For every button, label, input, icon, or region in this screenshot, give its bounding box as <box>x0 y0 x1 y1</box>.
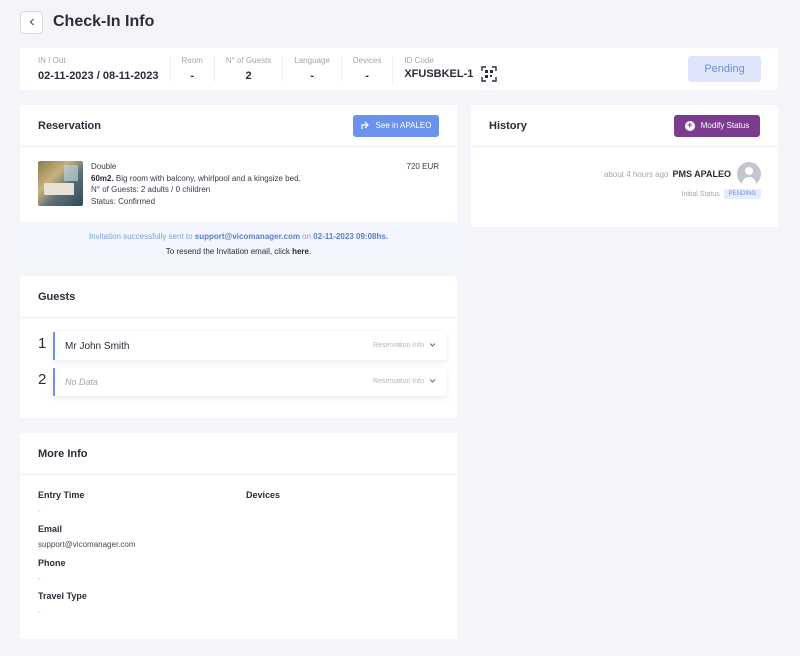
in-out-label: IN / Out <box>38 56 66 65</box>
resend-line: To resend the Invitation email, click he… <box>165 247 312 256</box>
language-field: Language - <box>282 56 341 82</box>
email-label: Email <box>38 524 63 534</box>
more-info-header: More Info <box>20 433 457 475</box>
reservation-info-link[interactable]: Reservation Info <box>373 342 424 349</box>
guest-number: 2 <box>38 371 47 388</box>
history-source: PMS APALEO <box>672 169 731 179</box>
guest-number: 1 <box>38 335 47 352</box>
reservation-card: Reservation See in APALEO Double 60m2. B… <box>20 105 457 261</box>
invitation-sent-line: Invitation successfully sent to support@… <box>88 232 389 241</box>
page-title: Check-In Info <box>53 13 155 30</box>
devices-label: Devices <box>352 56 382 65</box>
language-value: - <box>310 70 314 82</box>
invite-date: 02-11-2023 09:08hs. <box>313 232 389 241</box>
id-code-field: ID Code XFUSBKEL-1 <box>392 56 508 82</box>
reservation-header: Reservation See in APALEO <box>20 105 457 147</box>
reservation-guests: N° of Guests: 2 adults / 0 children <box>91 185 211 194</box>
email-value: support@vicomanager.com <box>38 540 136 549</box>
chevron-down-icon[interactable] <box>429 341 436 348</box>
id-code-value: XFUSBKEL-1 <box>404 68 474 80</box>
status-badge: PENDING <box>723 189 761 199</box>
room-thumbnail <box>38 161 83 206</box>
phone-field: Phone - <box>38 558 66 583</box>
guests-header: Guests <box>20 276 457 318</box>
modify-status-button[interactable]: + Modify Status <box>674 114 760 137</box>
id-code-label: ID Code <box>404 56 434 65</box>
guest-name: No Data <box>65 377 99 387</box>
room-field: Room - <box>169 56 214 82</box>
room-description: 60m2. Big room with balcony, whirlpool a… <box>91 173 301 185</box>
guest-row: 1 Mr John Smith Reservation Info <box>38 332 446 360</box>
language-label: Language <box>294 56 330 65</box>
reservation-details: Double 60m2. Big room with balcony, whir… <box>20 147 457 223</box>
see-in-apaleo-label: See in APALEO <box>375 121 432 130</box>
room-size: 60m2. <box>91 173 114 183</box>
resend-link[interactable]: here <box>292 247 309 256</box>
guest-row: 2 No Data Reservation Info <box>38 368 446 396</box>
history-header: History + Modify Status <box>471 105 778 147</box>
see-in-apaleo-button[interactable]: See in APALEO <box>353 114 439 137</box>
more-info-title: More Info <box>38 447 88 460</box>
guests-count-value: 2 <box>245 70 252 82</box>
more-info-card: More Info Entry Time - Devices Email sup… <box>20 433 457 639</box>
entry-time-field: Entry Time - <box>38 490 84 515</box>
phone-value: - <box>38 574 41 583</box>
guest-item[interactable]: Mr John Smith Reservation Info <box>53 332 446 360</box>
guest-name: Mr John Smith <box>65 340 130 352</box>
chevron-left-icon <box>29 18 34 26</box>
devices-info-label: Devices <box>246 490 281 500</box>
chevron-down-icon[interactable] <box>429 377 436 384</box>
entry-time-value: - <box>38 506 41 515</box>
qr-scan-icon[interactable] <box>481 66 498 82</box>
devices-value: - <box>365 70 369 82</box>
guests-count-label: N° of Guests <box>225 56 272 65</box>
history-card: History + Modify Status about 4 hours ag… <box>471 105 778 227</box>
guest-item[interactable]: No Data Reservation Info <box>53 368 446 396</box>
room-type: Double <box>91 162 117 171</box>
reservation-price: 720 EUR <box>406 162 439 171</box>
guests-card: Guests 1 Mr John Smith Reservation Info … <box>20 276 457 418</box>
devices-info-field: Devices <box>246 490 280 500</box>
history-entry: about 4 hours ago PMS APALEO <box>604 162 761 186</box>
guests-title: Guests <box>38 290 76 303</box>
history-time: about 4 hours ago <box>603 169 669 179</box>
entry-time-label: Entry Time <box>38 490 85 500</box>
checkin-info-bar: IN / Out 02-11-2023 / 08-11-2023 Room - … <box>20 48 778 90</box>
email-field: Email support@vicomanager.com <box>38 524 136 549</box>
in-out-value: 02-11-2023 / 08-11-2023 <box>38 70 159 82</box>
travel-type-field: Travel Type - <box>38 591 87 616</box>
devices-field: Devices - <box>340 56 392 82</box>
invite-email: support@vicomanager.com <box>194 232 300 241</box>
back-button[interactable] <box>20 10 43 34</box>
reservation-status: Status: Confirmed <box>91 196 156 206</box>
history-status-label: Initial Status <box>681 190 720 198</box>
reservation-info-link[interactable]: Reservation Info <box>373 378 424 385</box>
history-title: History <box>489 119 527 132</box>
room-value: - <box>190 70 194 82</box>
travel-type-label: Travel Type <box>38 591 87 601</box>
reservation-title: Reservation <box>38 119 101 132</box>
topbar: Check-In Info <box>20 10 154 34</box>
plus-circle-icon: + <box>684 120 695 131</box>
in-out-field: IN / Out 02-11-2023 / 08-11-2023 <box>20 56 170 82</box>
travel-type-value: - <box>38 607 41 616</box>
phone-label: Phone <box>38 558 66 568</box>
status-pending-button[interactable]: Pending <box>688 56 761 82</box>
room-desc: Big room with balcony, whirlpool and a k… <box>113 173 301 183</box>
invitation-notice: Invitation successfully sent to support@… <box>20 222 457 261</box>
history-status-row: Initial Status PENDING <box>682 189 761 199</box>
room-label: Room <box>181 56 203 65</box>
avatar <box>737 162 761 186</box>
modify-status-label: Modify Status <box>700 121 750 130</box>
reservation-text: Double 60m2. Big room with balcony, whir… <box>91 161 301 209</box>
guests-count-field: N° of Guests 2 <box>213 56 282 82</box>
share-icon <box>360 121 369 129</box>
